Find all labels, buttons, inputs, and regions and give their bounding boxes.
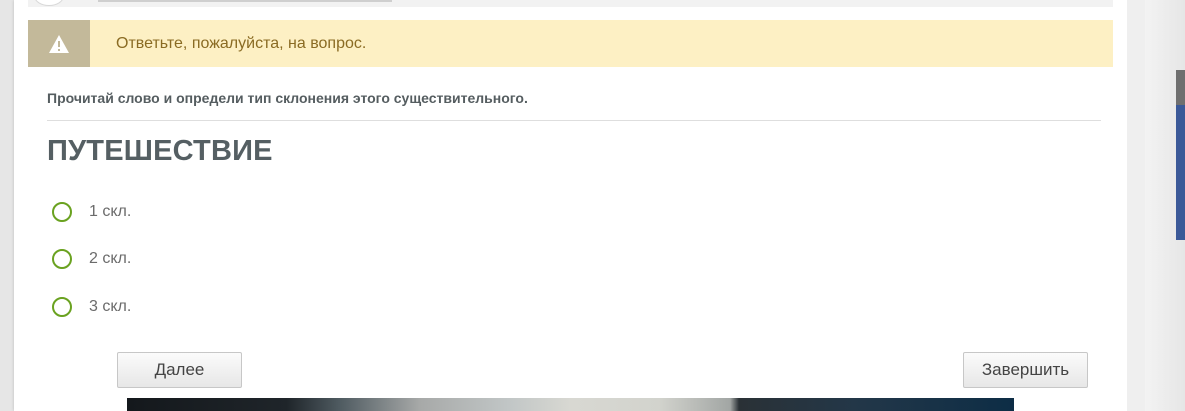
answer-option-3[interactable]: 3 скл. [52, 294, 131, 320]
page-background [0, 0, 14, 411]
question-divider [47, 120, 1101, 121]
answer-option-label: 1 скл. [89, 203, 132, 220]
top-field-edge [98, 0, 392, 2]
next-button[interactable]: Далее [117, 352, 242, 388]
answer-option-1[interactable]: 1 скл. [52, 199, 131, 225]
warning-banner: Ответьте, пожалуйста, на вопрос. [28, 20, 1113, 67]
radio-button[interactable] [52, 249, 72, 269]
warning-message: Ответьте, пожалуйста, на вопрос. [116, 35, 367, 52]
question-prompt: Прочитай слово и определи тип склонения … [47, 90, 528, 106]
radio-button[interactable] [52, 202, 72, 222]
answer-option-label: 2 скл. [89, 250, 132, 267]
finish-button[interactable]: Завершить [963, 352, 1088, 388]
answer-option-2[interactable]: 2 скл. [52, 246, 131, 272]
warning-icon-box [28, 20, 90, 67]
question-word: ПУТЕШЕСТВИЕ [47, 135, 273, 167]
video-preview-strip[interactable] [127, 398, 1014, 411]
answer-option-label: 3 скл. [89, 298, 132, 315]
radio-button[interactable] [52, 297, 72, 317]
warning-icon [49, 34, 69, 53]
scrollbar-accent [1176, 105, 1185, 240]
